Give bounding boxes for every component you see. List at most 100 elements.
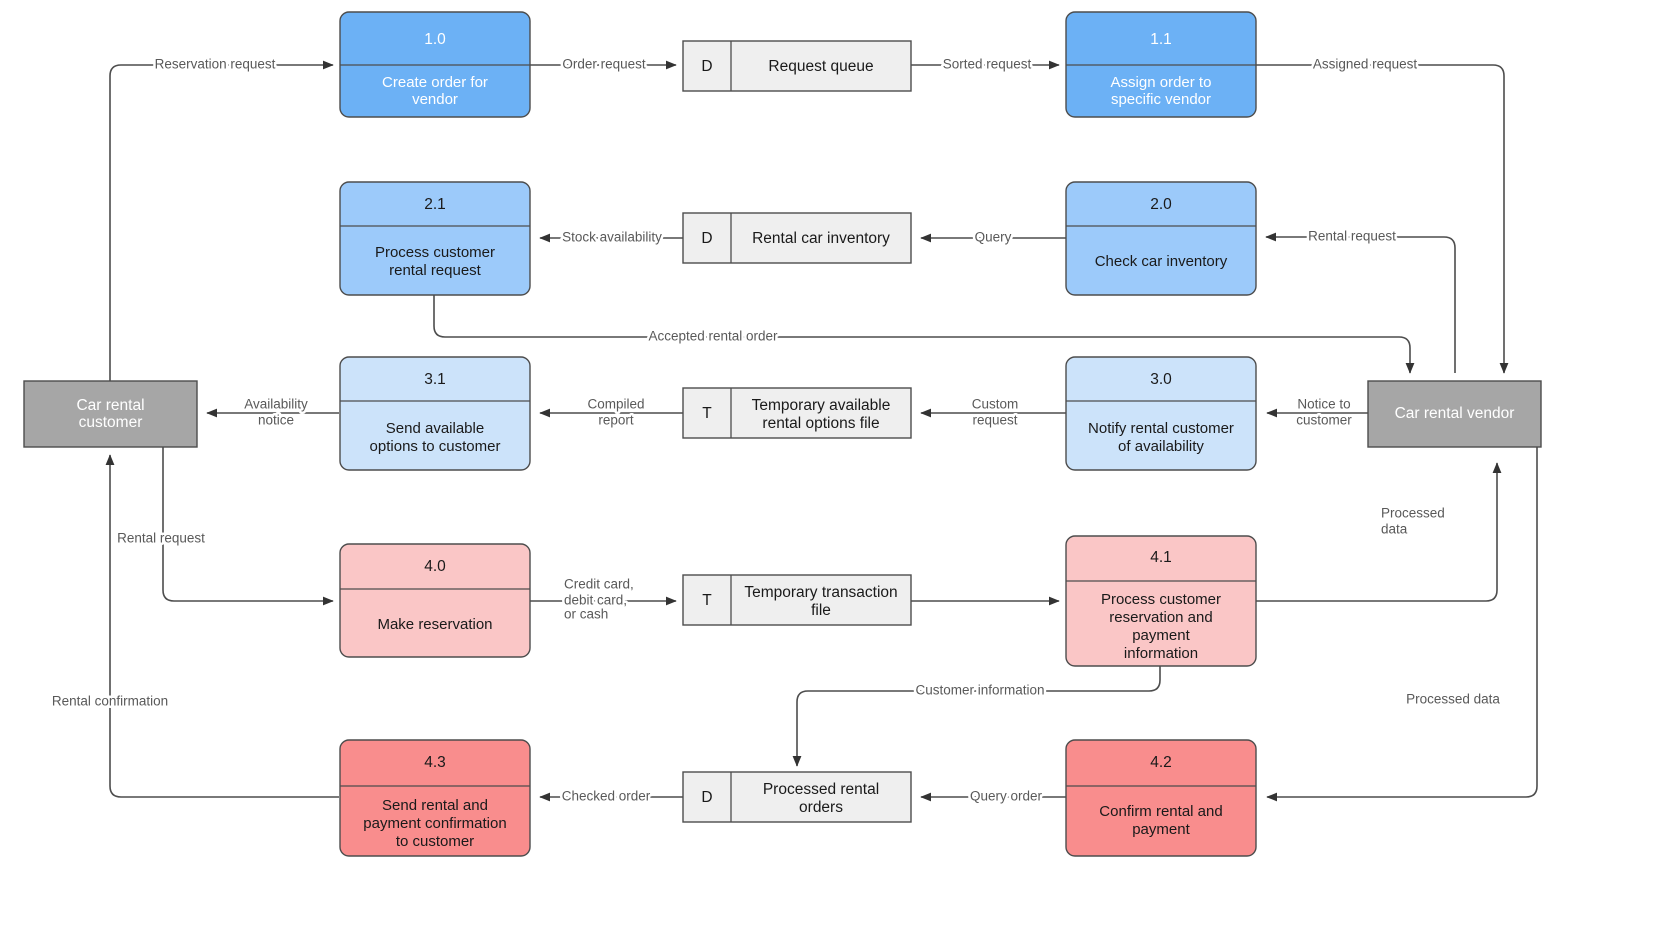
process-4-2-line2: payment (1132, 821, 1190, 838)
entity-car-rental-vendor[interactable]: Car rental vendor (1367, 380, 1542, 448)
data-store-temporary-transaction-file[interactable]: T Temporary transaction file (682, 574, 912, 626)
entity-customer-line1: Car rental (76, 397, 144, 414)
flow-label-payment-2: debit card, (564, 593, 627, 608)
process-4-0-line1: Make reservation (377, 616, 492, 633)
store-4-key: T (702, 592, 712, 609)
process-3-0-line2: of availability (1118, 438, 1204, 455)
process-1-1[interactable]: 1.1 Assign order to specific vendor (1065, 11, 1257, 118)
flow-label-query: Query (975, 230, 1012, 245)
process-2-1[interactable]: 2.1 Process customer rental request (339, 181, 531, 296)
process-4-1-line2: reservation and (1109, 609, 1212, 626)
flow-label-payment-1: Credit card, (564, 577, 634, 592)
flow-label-rental-request-vendor: Rental request (1308, 229, 1396, 244)
process-3-1[interactable]: 3.1 Send available options to customer (339, 356, 531, 471)
entity-customer-line2: customer (79, 414, 143, 431)
flow-label-rental-confirmation: Rental confirmation (52, 694, 168, 709)
process-4-3-line1: Send rental and (382, 797, 488, 814)
flow-label-stock-availability: Stock availability (562, 230, 662, 245)
process-3-1-line2: options to customer (370, 438, 501, 455)
edge-assigned-request (1256, 64, 1509, 374)
process-1-1-line1: Assign order to (1111, 74, 1212, 91)
data-store-temporary-available-rental-options-file[interactable]: T Temporary available rental options fil… (682, 387, 912, 439)
process-3-0-line1: Notify rental customer (1088, 420, 1234, 437)
diagram-canvas: Car rental customer Car rental vendor 1.… (0, 0, 1657, 927)
flow-label-compiled-report-1: Compiled (587, 397, 644, 412)
flow-label-availability-notice-2: notice (258, 413, 294, 428)
edge-rental-request-customer (162, 445, 334, 606)
process-4-3-number: 4.3 (424, 754, 446, 771)
process-4-3-line3: to customer (396, 833, 474, 850)
process-2-0-number: 2.0 (1150, 196, 1172, 213)
flow-label-reservation-request: Reservation request (155, 57, 276, 72)
store-4-line1: Temporary transaction (744, 584, 897, 601)
process-4-1[interactable]: 4.1 Process customer reservation and pay… (1065, 535, 1257, 667)
entity-vendor-label: Car rental vendor (1395, 405, 1515, 422)
flow-label-sorted-request: Sorted request (943, 57, 1032, 72)
edge-processed-data-up (1256, 462, 1502, 602)
store-1-key: D (701, 58, 712, 75)
store-3-line1: Temporary available (752, 397, 891, 414)
flow-label-checked-order: Checked order (562, 789, 651, 804)
entity-car-rental-customer[interactable]: Car rental customer (23, 380, 198, 448)
process-3-0[interactable]: 3.0 Notify rental customer of availabili… (1065, 356, 1257, 471)
process-2-1-line1: Process customer (375, 244, 495, 261)
edge-rental-request-vendor (1265, 232, 1456, 373)
flow-label-processed-data-down: Processed data (1406, 692, 1500, 707)
store-5-line1: Processed rental (763, 781, 879, 798)
process-1-1-line2: specific vendor (1111, 91, 1211, 108)
process-4-1-line3: payment (1132, 627, 1190, 644)
store-2-line1: Rental car inventory (752, 230, 890, 247)
store-2-key: D (701, 230, 712, 247)
flow-label-assigned-request: Assigned request (1313, 57, 1418, 72)
edge-rental-confirmation (105, 454, 339, 798)
flow-label-processed-data-up-2: data (1381, 522, 1408, 537)
flow-label-order-request: Order request (562, 57, 646, 72)
process-1-0-line1: Create order for (382, 74, 488, 91)
process-4-2[interactable]: 4.2 Confirm rental and payment (1065, 739, 1257, 857)
process-1-0[interactable]: 1.0 Create order for vendor (339, 11, 531, 118)
flow-label-processed-data-up-1: Processed (1381, 506, 1445, 521)
data-store-request-queue[interactable]: D Request queue (682, 40, 912, 92)
process-4-2-line1: Confirm rental and (1099, 803, 1222, 820)
process-3-1-number: 3.1 (424, 371, 446, 388)
process-4-0[interactable]: 4.0 Make reservation (339, 543, 531, 658)
process-2-1-line2: rental request (389, 262, 482, 279)
flow-label-notice-to-customer-2: customer (1296, 413, 1352, 428)
store-3-line2: rental options file (762, 415, 879, 432)
dfd-svg: Car rental customer Car rental vendor 1.… (23, 11, 1542, 857)
process-4-2-number: 4.2 (1150, 754, 1172, 771)
process-2-0[interactable]: 2.0 Check car inventory (1065, 181, 1257, 296)
data-store-processed-rental-orders[interactable]: D Processed rental orders (682, 771, 912, 823)
process-4-0-number: 4.0 (424, 558, 446, 575)
process-1-0-number: 1.0 (424, 31, 446, 48)
process-1-0-line2: vendor (412, 91, 458, 108)
process-2-0-line1: Check car inventory (1095, 253, 1228, 270)
flow-label-query-order: Query order (970, 789, 1043, 804)
data-store-rental-car-inventory[interactable]: D Rental car inventory (682, 212, 912, 264)
process-4-1-number: 4.1 (1150, 549, 1172, 566)
edge-reservation-request (109, 60, 334, 383)
process-3-0-number: 3.0 (1150, 371, 1172, 388)
process-1-1-number: 1.1 (1150, 31, 1172, 48)
flow-label-customer-information: Customer information (915, 683, 1044, 698)
process-3-1-line1: Send available (386, 420, 484, 437)
flow-label-accepted-rental-order: Accepted rental order (648, 329, 778, 344)
flow-label-compiled-report-2: report (598, 413, 634, 428)
process-4-3-line2: payment confirmation (363, 815, 506, 832)
store-5-line2: orders (799, 799, 843, 816)
process-4-3[interactable]: 4.3 Send rental and payment confirmation… (339, 739, 531, 857)
store-3-key: T (702, 405, 712, 422)
edge-accepted-rental-order (433, 295, 1415, 374)
process-4-1-line1: Process customer (1101, 591, 1221, 608)
process-2-1-number: 2.1 (424, 196, 446, 213)
flow-label-rental-request-customer: Rental request (117, 531, 205, 546)
flow-label-custom-request-1: Custom (972, 397, 1019, 412)
process-4-1-line4: information (1124, 645, 1198, 662)
flow-label-availability-notice-1: Availability (244, 397, 308, 412)
flow-label-custom-request-2: request (972, 413, 1017, 428)
flow-label-notice-to-customer-1: Notice to (1297, 397, 1350, 412)
store-5-key: D (701, 789, 712, 806)
store-4-line2: file (811, 602, 831, 619)
flow-label-payment-3: or cash (564, 607, 608, 622)
store-1-line1: Request queue (768, 58, 873, 75)
